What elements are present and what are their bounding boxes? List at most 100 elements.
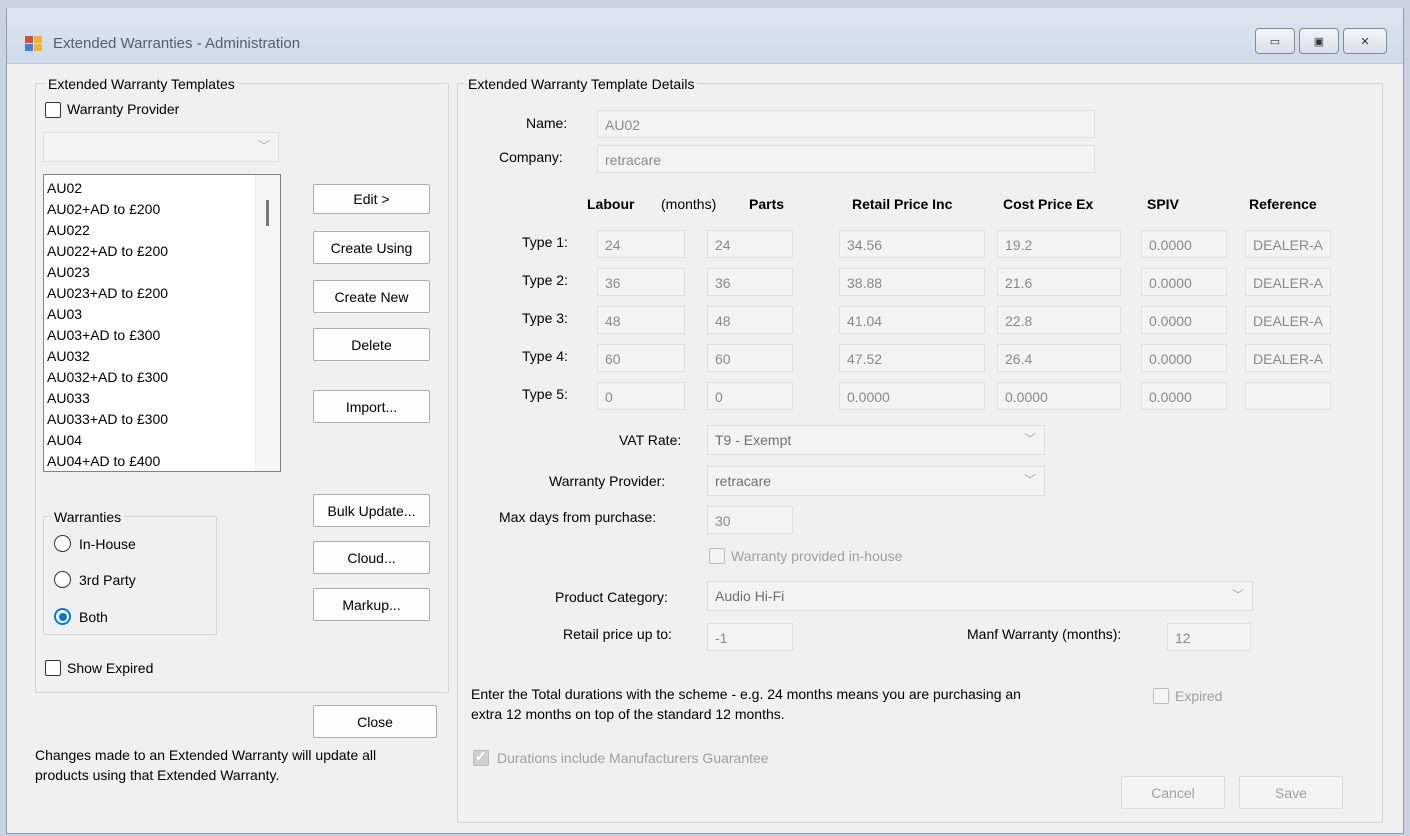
- manf-warranty-field[interactable]: 12: [1167, 623, 1251, 651]
- type-1-retail-field[interactable]: 34.56: [839, 230, 985, 258]
- radio-3rd-party[interactable]: [54, 571, 71, 588]
- provider-filter-combo[interactable]: ﹀: [43, 132, 279, 162]
- list-item[interactable]: AU02+AD to £200: [44, 200, 280, 221]
- radio-in-house-label: In-House: [79, 536, 136, 552]
- chevron-down-icon: ﹀: [1023, 432, 1036, 446]
- type-1-reference-field[interactable]: DEALER-A: [1245, 230, 1331, 258]
- type-5-labour-field[interactable]: 0: [597, 382, 685, 410]
- col-months: (months): [661, 196, 717, 212]
- warranty-provider-combo[interactable]: retracare ﹀: [707, 466, 1045, 496]
- list-item[interactable]: AU04+AD to £400: [44, 452, 280, 471]
- type-3-cost-field[interactable]: 22.8: [997, 306, 1121, 334]
- type-5-retail-field[interactable]: 0.0000: [839, 382, 985, 410]
- warranty-provider-value: retracare: [715, 473, 772, 489]
- list-item[interactable]: AU032+AD to £300: [44, 368, 280, 389]
- title-bar: Extended Warranties - Administration ▭ ▣…: [7, 8, 1403, 64]
- type-row-label: Type 2:: [522, 272, 568, 288]
- bulk-update-button[interactable]: Bulk Update...: [313, 494, 430, 527]
- type-4-labour-field[interactable]: 60: [597, 344, 685, 372]
- chevron-down-icon: ﹀: [1023, 473, 1036, 487]
- list-item[interactable]: AU033+AD to £300: [44, 410, 280, 431]
- type-3-reference-field[interactable]: DEALER-A: [1245, 306, 1331, 334]
- radio-both-label: Both: [79, 609, 108, 625]
- name-field[interactable]: AU02: [597, 110, 1095, 138]
- warranties-group-title: Warranties: [51, 509, 125, 525]
- radio-3rd-party-label: 3rd Party: [79, 572, 136, 588]
- templates-list[interactable]: AU02 AU02+AD to £200 AU022 AU022+AD to £200…: [43, 174, 281, 472]
- include-guarantee-checkbox[interactable]: [473, 748, 489, 766]
- type-2-labour-field[interactable]: 36: [597, 268, 685, 296]
- list-item[interactable]: AU03: [44, 305, 280, 326]
- list-item[interactable]: AU022: [44, 221, 280, 242]
- create-using-button[interactable]: Create Using: [313, 231, 430, 264]
- durations-note: Enter the Total durations with the schem…: [471, 686, 1021, 722]
- save-button[interactable]: Save: [1239, 776, 1343, 809]
- app-icon: [25, 36, 42, 51]
- expired-label: Expired: [1175, 688, 1223, 704]
- max-days-field[interactable]: 30: [707, 506, 793, 534]
- warranty-provider-field-label: Warranty Provider:: [549, 473, 666, 489]
- type-4-reference-field[interactable]: DEALER-A: [1245, 344, 1331, 372]
- list-item[interactable]: AU04: [44, 431, 280, 452]
- type-1-spiv-field[interactable]: 0.0000: [1141, 230, 1227, 258]
- type-2-retail-field[interactable]: 38.88: [839, 268, 985, 296]
- show-expired-checkbox[interactable]: [45, 660, 61, 676]
- close-window-button[interactable]: ✕: [1343, 28, 1387, 54]
- cancel-button[interactable]: Cancel: [1121, 776, 1225, 809]
- radio-both[interactable]: [54, 608, 71, 625]
- product-category-combo[interactable]: Audio Hi-Fi ﹀: [707, 581, 1253, 611]
- max-days-label: Max days from purchase:: [499, 509, 657, 525]
- import-button[interactable]: Import...: [313, 390, 430, 423]
- product-category-value: Audio Hi-Fi: [715, 588, 785, 604]
- type-3-spiv-field[interactable]: 0.0000: [1141, 306, 1227, 334]
- list-item[interactable]: AU023: [44, 263, 280, 284]
- col-labour: Labour: [587, 196, 635, 212]
- type-3-retail-field[interactable]: 41.04: [839, 306, 985, 334]
- type-4-spiv-field[interactable]: 0.0000: [1141, 344, 1227, 372]
- cloud-button[interactable]: Cloud...: [313, 541, 430, 574]
- maximize-button[interactable]: ▣: [1299, 28, 1339, 54]
- retail-upto-field[interactable]: -1: [707, 623, 793, 651]
- list-item[interactable]: AU02: [44, 179, 280, 200]
- list-item[interactable]: AU032: [44, 347, 280, 368]
- type-1-labour-field[interactable]: 24: [597, 230, 685, 258]
- type-2-spiv-field[interactable]: 0.0000: [1141, 268, 1227, 296]
- list-item[interactable]: AU033: [44, 389, 280, 410]
- edit-button[interactable]: Edit >: [313, 184, 430, 214]
- type-5-cost-field[interactable]: 0.0000: [997, 382, 1121, 410]
- type-5-reference-field[interactable]: [1245, 382, 1331, 410]
- window-title: Extended Warranties - Administration: [53, 35, 301, 52]
- type-4-cost-field[interactable]: 26.4: [997, 344, 1121, 372]
- company-field[interactable]: retracare: [597, 145, 1095, 173]
- type-1-parts-field[interactable]: 24: [707, 230, 793, 258]
- markup-button[interactable]: Markup...: [313, 588, 430, 621]
- create-new-button[interactable]: Create New: [313, 280, 430, 313]
- warranty-provider-checkbox[interactable]: [45, 102, 61, 118]
- type-4-retail-field[interactable]: 47.52: [839, 344, 985, 372]
- type-2-cost-field[interactable]: 21.6: [997, 268, 1121, 296]
- list-item[interactable]: AU023+AD to £200: [44, 284, 280, 305]
- type-row-label: Type 3:: [522, 310, 568, 326]
- delete-button[interactable]: Delete: [313, 328, 430, 361]
- type-2-reference-field[interactable]: DEALER-A: [1245, 268, 1331, 296]
- retail-upto-label: Retail price up to:: [563, 626, 672, 642]
- warranty-inhouse-checkbox[interactable]: [709, 548, 725, 564]
- templates-list-scrollbar[interactable]: [255, 175, 280, 471]
- list-item[interactable]: AU03+AD to £300: [44, 326, 280, 347]
- type-1-cost-field[interactable]: 19.2: [997, 230, 1121, 258]
- scrollbar-thumb[interactable]: [266, 200, 269, 226]
- expired-checkbox[interactable]: [1153, 688, 1169, 704]
- minimize-button[interactable]: ▭: [1255, 28, 1295, 54]
- type-5-parts-field[interactable]: 0: [707, 382, 793, 410]
- include-guarantee-label: Durations include Manufacturers Guarante…: [497, 750, 769, 766]
- chevron-down-icon: ﹀: [1231, 588, 1244, 602]
- close-button[interactable]: Close: [313, 705, 437, 738]
- vat-rate-combo[interactable]: T9 - Exempt ﹀: [707, 425, 1045, 455]
- type-3-parts-field[interactable]: 48: [707, 306, 793, 334]
- type-2-parts-field[interactable]: 36: [707, 268, 793, 296]
- radio-in-house[interactable]: [54, 535, 71, 552]
- list-item[interactable]: AU022+AD to £200: [44, 242, 280, 263]
- type-5-spiv-field[interactable]: 0.0000: [1141, 382, 1227, 410]
- type-4-parts-field[interactable]: 60: [707, 344, 793, 372]
- type-3-labour-field[interactable]: 48: [597, 306, 685, 334]
